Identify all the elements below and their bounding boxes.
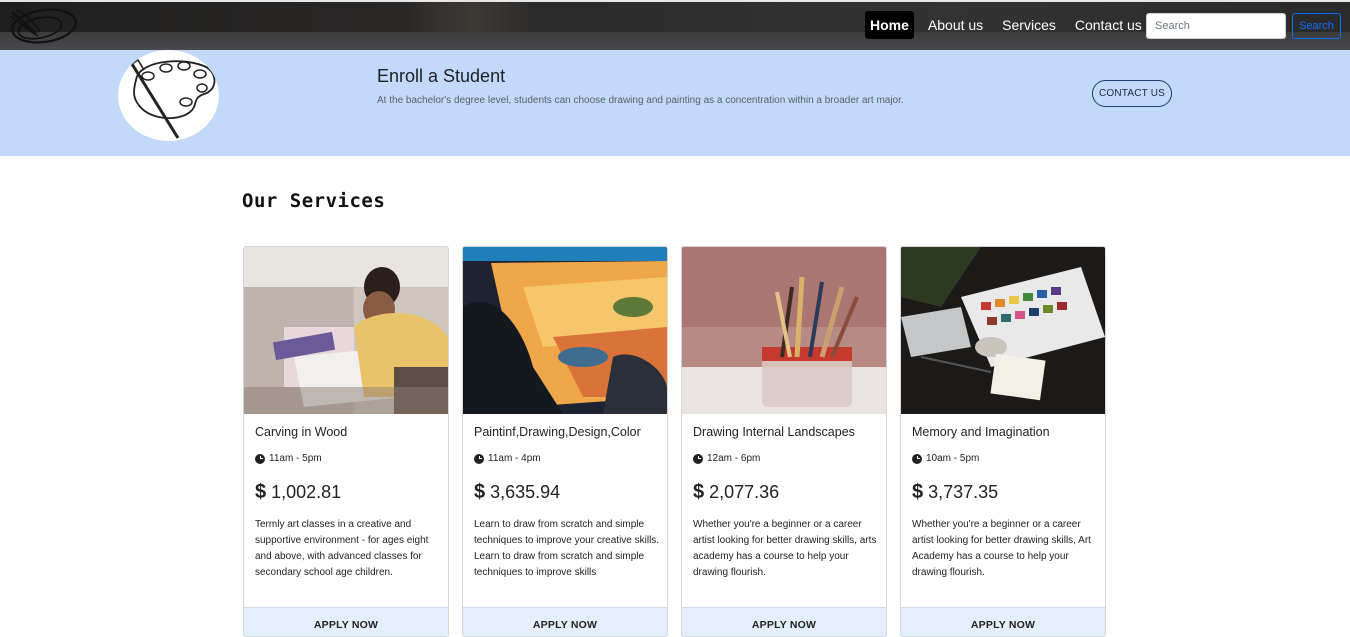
card-image-watercolor (901, 247, 1105, 414)
search-input[interactable] (1146, 13, 1286, 39)
card-time-text: 11am - 5pm (269, 453, 322, 464)
card-price: $ 3,635.94 (474, 481, 560, 504)
card-price: $ 2,077.36 (693, 481, 779, 504)
hero-description: At the bachelor's degree level, students… (377, 95, 904, 106)
card-price: $ 1,002.81 (255, 481, 341, 504)
search-button[interactable]: Search (1292, 13, 1341, 39)
service-card: Paintinf,Drawing,Design,Color 11am - 4pm… (462, 246, 668, 637)
service-card: Memory and Imagination 10am - 5pm $ 3,73… (900, 246, 1106, 637)
card-time-text: 12am - 6pm (707, 453, 761, 464)
dollar-icon: $ (255, 481, 267, 503)
enroll-banner: Enroll a Student At the bachelor's degre… (0, 50, 1350, 156)
card-time: 11am - 4pm (474, 453, 541, 464)
card-time: 12am - 6pm (693, 453, 760, 464)
dollar-icon: $ (912, 481, 924, 503)
navbar: Home About us Services Contact us Search (0, 0, 1350, 50)
card-time: 10am - 5pm (912, 453, 979, 464)
apply-now-button[interactable]: APPLY NOW (682, 607, 886, 636)
navbar-top-border (0, 0, 1350, 2)
hero-title: Enroll a Student (377, 66, 506, 86)
dollar-icon: $ (474, 481, 486, 503)
card-description: Learn to draw from scratch and simple te… (474, 519, 660, 578)
card-title: Memory and Imagination (912, 425, 1050, 439)
card-title: Carving in Wood (255, 425, 348, 439)
contact-us-button[interactable]: CONTACT US (1092, 80, 1172, 107)
card-price: $ 3,737.35 (912, 481, 998, 504)
apply-now-button[interactable]: APPLY NOW (901, 607, 1105, 636)
card-time-text: 10am - 5pm (926, 453, 980, 464)
card-image-art-class (244, 247, 448, 414)
clock-icon (912, 453, 922, 464)
nav-link-about[interactable]: About us (923, 11, 988, 39)
nav-link-home[interactable]: Home (865, 11, 914, 39)
service-card: Carving in Wood 11am - 5pm $ 1,002.81 Te… (243, 246, 449, 637)
card-title: Drawing Internal Landscapes (693, 425, 855, 439)
card-description: Whether you're a beginner or a career ar… (693, 519, 877, 578)
card-image-painting (463, 247, 667, 414)
card-description: Termly art classes in a creative and sup… (255, 519, 429, 578)
section-title: Our Services (242, 190, 386, 212)
clock-icon (474, 453, 484, 464)
paint-palette-icon (118, 50, 219, 141)
clock-icon (693, 453, 703, 464)
card-time: 11am - 5pm (255, 453, 322, 464)
apply-now-button[interactable]: APPLY NOW (244, 607, 448, 636)
card-description: Whether you're a beginner or a career ar… (912, 519, 1091, 578)
dollar-icon: $ (693, 481, 705, 503)
card-price-value: 3,635.94 (490, 482, 561, 502)
nav-link-contact[interactable]: Contact us (1070, 11, 1147, 39)
apply-now-button[interactable]: APPLY NOW (463, 607, 667, 636)
service-card: Drawing Internal Landscapes 12am - 6pm $… (681, 246, 887, 637)
nav-link-services[interactable]: Services (997, 11, 1061, 39)
card-price-value: 1,002.81 (271, 482, 342, 502)
clock-icon (255, 453, 265, 464)
nav-links: Home About us Services Contact us (865, 11, 1156, 39)
card-time-text: 11am - 4pm (488, 453, 541, 464)
card-price-value: 3,737.35 (928, 482, 999, 502)
card-price-value: 2,077.36 (709, 482, 780, 502)
card-image-brushes (682, 247, 886, 414)
card-title: Paintinf,Drawing,Design,Color (474, 425, 641, 439)
brush-logo-icon[interactable] (6, 4, 78, 46)
